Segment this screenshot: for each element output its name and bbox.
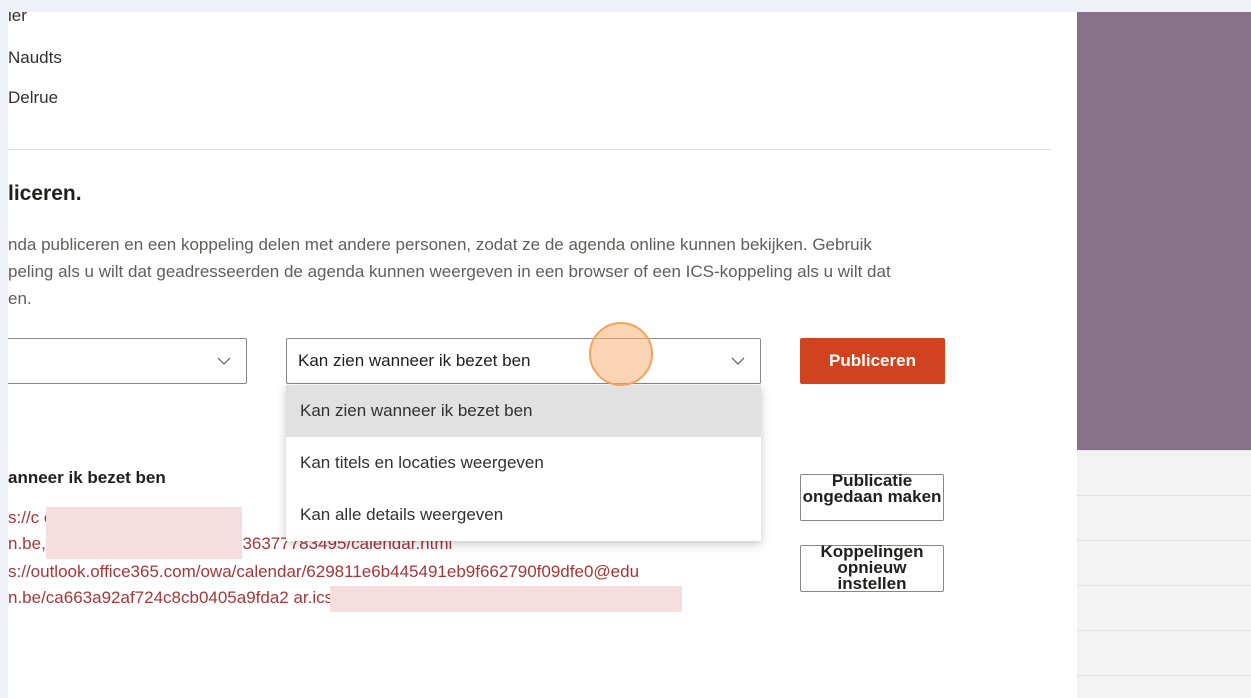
chevron-down-icon	[731, 357, 745, 365]
calendar-select[interactable]	[8, 338, 247, 384]
published-heading: anneer ik bezet ben	[8, 468, 166, 487]
publish-button[interactable]: Publiceren	[800, 338, 945, 384]
undo-publication-button[interactable]: Publicatie ongedaan maken	[800, 471, 944, 521]
shared-person: Delrue	[8, 88, 59, 107]
ics-link[interactable]: n.be/ca663a92af724c8cb0405a9fda2 ar.ics	[8, 588, 333, 608]
dropdown-option[interactable]: Kan titels en locaties weergeven	[286, 437, 761, 489]
permission-select[interactable]: Kan zien wanneer ik bezet ben	[286, 338, 761, 384]
dropdown-option[interactable]: Kan alle details weergeven	[286, 489, 761, 541]
redaction	[46, 507, 242, 559]
description-line: en.	[8, 289, 32, 308]
description-line: nda publiceren en een koppeling delen me…	[8, 235, 872, 254]
description-line: peling als u wilt dat geadresseerden de …	[8, 262, 891, 281]
calendar-grid	[1077, 450, 1251, 698]
reset-links-label: Koppelingen opnieuw instellen	[820, 542, 924, 593]
chevron-down-icon	[217, 357, 231, 365]
ics-link[interactable]: s://outlook.office365.com/owa/calendar/6…	[8, 562, 639, 582]
section-heading: liceren.	[8, 182, 82, 205]
shared-person: Naudts	[8, 48, 62, 67]
calendar-event-block	[1077, 12, 1251, 450]
calendar-background	[1077, 12, 1251, 698]
redaction	[330, 586, 682, 612]
reset-links-button[interactable]: Koppelingen opnieuw instellen	[800, 542, 944, 593]
click-indicator	[589, 322, 653, 386]
permission-select-value: Kan zien wanneer ik bezet ben	[298, 351, 531, 370]
shared-person: ier	[8, 12, 27, 25]
section-description: nda publiceren en een koppeling delen me…	[8, 231, 1048, 312]
divider	[8, 149, 1051, 150]
publish-calendar-panel: ier Naudts Delrue liceren. nda publicere…	[8, 12, 1077, 698]
dropdown-option[interactable]: Kan zien wanneer ik bezet ben	[286, 385, 761, 437]
undo-publication-label: Publicatie ongedaan maken	[802, 471, 942, 506]
permission-dropdown: Kan zien wanneer ik bezet ben Kan titels…	[286, 385, 761, 541]
